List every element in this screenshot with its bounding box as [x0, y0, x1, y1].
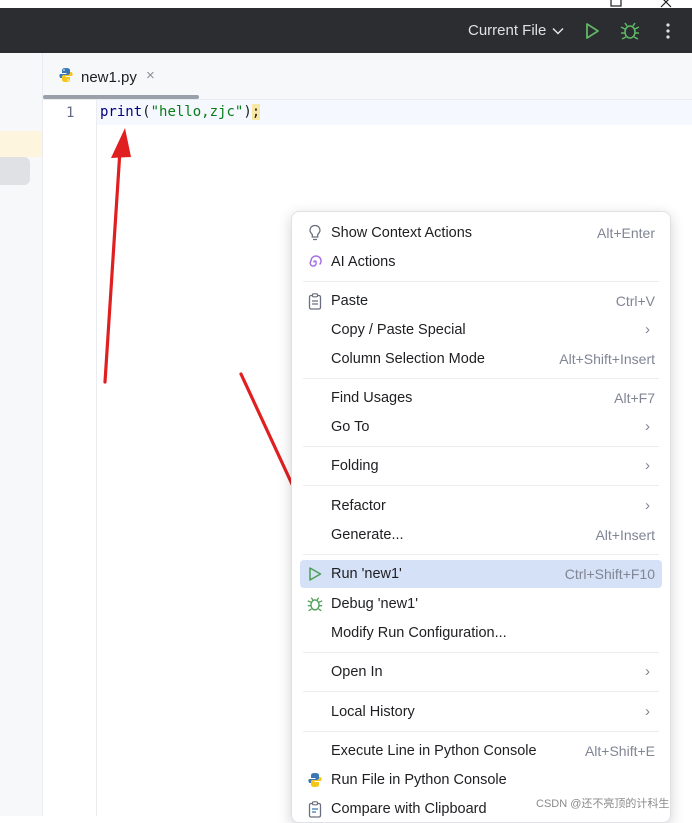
- project-panel-edge: [0, 53, 43, 816]
- menu-item-folding[interactable]: Folding ›: [300, 452, 662, 480]
- menu-item-label: Go To: [331, 419, 370, 435]
- menu-item-label: Refactor: [331, 498, 386, 514]
- menu-item-open-in[interactable]: Open In ›: [300, 658, 662, 686]
- menu-item-shortcut: Ctrl+V: [615, 293, 655, 309]
- code-close-paren: ): [243, 104, 252, 120]
- menu-separator: [303, 554, 659, 555]
- menu-item-modify-run-configuration[interactable]: Modify Run Configuration...: [300, 619, 662, 647]
- menu-item-execute-line-python-console[interactable]: Execute Line in Python Console Alt+Shift…: [300, 737, 662, 765]
- compare-icon: [306, 800, 324, 818]
- menu-item-label: Run 'new1': [331, 566, 402, 582]
- ai-spiral-icon: [306, 253, 324, 271]
- menu-item-label: Modify Run Configuration...: [331, 625, 507, 641]
- menu-item-shortcut: Alt+Shift+E: [584, 743, 655, 759]
- chevron-down-icon: [552, 22, 564, 40]
- menu-item-label: Show Context Actions: [331, 225, 473, 241]
- menu-item-label: Local History: [331, 704, 415, 720]
- watermark: CSDN @还不亮顶的计科生: [536, 798, 670, 810]
- menu-item-label: Find Usages: [331, 390, 413, 406]
- menu-item-label: Execute Line in Python Console: [331, 743, 537, 759]
- title-strip: [0, 0, 692, 8]
- menu-item-run-file-python-console[interactable]: Run File in Python Console: [300, 766, 662, 794]
- chevron-right-icon: ›: [645, 321, 650, 338]
- chevron-right-icon: ›: [645, 457, 650, 474]
- active-tab-indicator: [43, 95, 199, 99]
- menu-item-label: AI Actions: [331, 254, 396, 270]
- menu-item-show-context-actions[interactable]: Show Context Actions Alt+Enter: [300, 219, 662, 247]
- run-config-label: Current File: [468, 22, 547, 39]
- menu-item-copy-paste-special[interactable]: Copy / Paste Special ›: [300, 316, 662, 344]
- menu-item-ai-actions[interactable]: AI Actions: [300, 248, 662, 276]
- tab-new1-py[interactable]: new1.py ×: [43, 53, 199, 99]
- menu-item-run-new1[interactable]: Run 'new1' Ctrl+Shift+F10: [300, 560, 662, 588]
- menu-item-shortcut: Alt+Enter: [597, 225, 655, 241]
- menu-item-label: Generate...: [331, 527, 404, 543]
- menu-item-shortcut: Alt+Shift+Insert: [559, 351, 655, 367]
- menu-item-label: Copy / Paste Special: [331, 322, 466, 338]
- selected-row[interactable]: [0, 157, 30, 185]
- menu-item-find-usages[interactable]: Find Usages Alt+F7: [300, 384, 662, 412]
- editor-context-menu: Show Context Actions Alt+Enter AI Action…: [291, 211, 671, 823]
- more-options-icon[interactable]: [657, 20, 679, 42]
- menu-item-label: Open In: [331, 664, 383, 680]
- menu-separator: [303, 485, 659, 486]
- menu-item-paste[interactable]: Paste Ctrl+V: [300, 287, 662, 315]
- menu-separator: [303, 446, 659, 447]
- arrow-to-code-head: [111, 128, 131, 158]
- menu-item-label: Folding: [331, 458, 379, 474]
- code-semicolon: ;: [251, 104, 261, 120]
- menu-item-label: Column Selection Mode: [331, 351, 485, 367]
- menu-item-shortcut: Alt+Insert: [595, 527, 655, 543]
- close-icon[interactable]: ×: [146, 67, 155, 84]
- menu-item-refactor[interactable]: Refactor ›: [300, 492, 662, 520]
- menu-separator: [303, 281, 659, 282]
- line-number: 1: [66, 105, 75, 121]
- code-string: "hello,zjc": [150, 104, 244, 120]
- close-window-icon[interactable]: [660, 0, 672, 8]
- menu-item-shortcut: Ctrl+Shift+F10: [564, 566, 655, 582]
- chevron-right-icon: ›: [645, 497, 650, 514]
- arrow-to-code: [103, 148, 122, 384]
- code-line[interactable]: print("hello,zjc");: [100, 104, 261, 120]
- python-file-icon: [58, 67, 74, 88]
- menu-item-column-selection-mode[interactable]: Column Selection Mode Alt+Shift+Insert: [300, 345, 662, 373]
- debug-icon: [306, 595, 324, 613]
- lightbulb-icon: [306, 224, 324, 242]
- python-icon: [306, 771, 324, 789]
- run-icon: [306, 565, 324, 583]
- menu-item-shortcut: Alt+F7: [614, 390, 655, 406]
- menu-separator: [303, 731, 659, 732]
- maximize-icon[interactable]: [610, 0, 622, 8]
- editor-tab-bar: new1.py ×: [43, 53, 692, 100]
- menu-item-label: Paste: [331, 293, 369, 309]
- run-icon[interactable]: [581, 20, 603, 42]
- menu-item-label: Compare with Clipboard: [331, 801, 487, 817]
- tab-label: new1.py: [81, 69, 137, 86]
- code-function: print: [100, 104, 143, 120]
- menu-item-label: Debug 'new1': [331, 596, 418, 612]
- code-open-paren: (: [142, 104, 151, 120]
- chevron-right-icon: ›: [645, 418, 650, 435]
- clipboard-icon: [306, 292, 324, 310]
- run-config-dropdown[interactable]: Current File: [468, 22, 564, 40]
- menu-item-debug-new1[interactable]: Debug 'new1': [300, 590, 662, 618]
- highlighted-row: [0, 131, 42, 157]
- chevron-right-icon: ›: [645, 703, 650, 720]
- menu-item-local-history[interactable]: Local History ›: [300, 698, 662, 726]
- menu-separator: [303, 378, 659, 379]
- menu-item-label: Run File in Python Console: [331, 772, 507, 788]
- menu-separator: [303, 691, 659, 692]
- main-toolbar: Current File: [0, 0, 692, 53]
- editor-gutter: [43, 100, 97, 816]
- menu-item-generate[interactable]: Generate... Alt+Insert: [300, 521, 662, 549]
- menu-item-go-to[interactable]: Go To ›: [300, 413, 662, 441]
- chevron-right-icon: ›: [645, 663, 650, 680]
- debug-icon[interactable]: [619, 20, 641, 42]
- menu-separator: [303, 652, 659, 653]
